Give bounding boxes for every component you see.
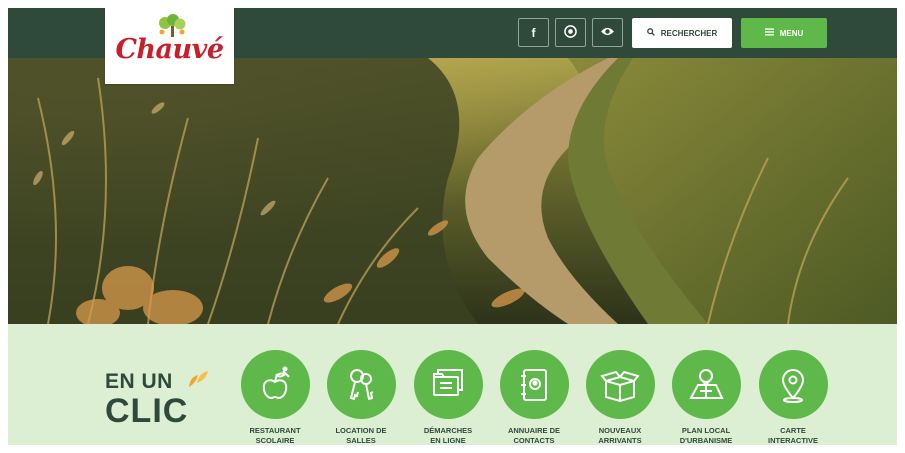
menu-button[interactable]: MENU bbox=[741, 18, 827, 48]
map-plan-icon bbox=[689, 368, 724, 399]
apple-icon bbox=[262, 366, 290, 399]
search-button[interactable]: RECHERCHER bbox=[632, 18, 732, 48]
hero-image bbox=[8, 58, 897, 324]
keys-icon bbox=[349, 368, 374, 400]
logo-text: Chauvé bbox=[115, 34, 224, 65]
map-pin-icon bbox=[781, 368, 805, 403]
quick-link-plan-local-urbanisme[interactable]: PLAN LOCAL D'URBANISME bbox=[664, 350, 748, 445]
quick-link-circle bbox=[499, 350, 569, 419]
quick-link-circle bbox=[758, 350, 828, 419]
title-line-1: EN UN bbox=[105, 370, 173, 393]
quick-links-title: EN UN CLIC bbox=[105, 370, 189, 430]
facebook-button[interactable]: f bbox=[518, 18, 549, 47]
quick-links-section: EN UN CLIC RESTAURANT SCOLAIRE LOCATION … bbox=[8, 324, 897, 445]
quick-link-demarches-en-ligne[interactable]: DÉMARCHES EN LIGNE bbox=[406, 350, 490, 445]
hamburger-icon bbox=[764, 28, 774, 38]
quick-link-circle bbox=[585, 350, 655, 419]
globe-icon bbox=[564, 24, 577, 41]
contacts-book-icon bbox=[521, 368, 547, 401]
moving-box-icon bbox=[600, 370, 640, 402]
quick-link-location-salles[interactable]: LOCATION DE SALLES bbox=[319, 350, 403, 445]
quick-link-circle bbox=[671, 350, 741, 419]
quick-link-circle bbox=[240, 350, 310, 419]
quick-link-label: DÉMARCHES EN LIGNE bbox=[423, 426, 473, 445]
leaf-icon bbox=[189, 371, 208, 387]
eye-icon bbox=[600, 26, 615, 40]
quick-link-label: PLAN LOCAL D'URBANISME bbox=[679, 426, 733, 445]
quick-link-nouveaux-arrivants[interactable]: NOUVEAUX ARRIVANTS bbox=[578, 350, 662, 445]
quick-link-label: CARTE INTERACTIVE bbox=[767, 426, 818, 445]
quick-link-circle bbox=[326, 350, 396, 419]
search-label: RECHERCHER bbox=[660, 28, 718, 38]
page-frame: f RECHERCHER MENU Chauvé EN UN CLIC REST… bbox=[8, 8, 897, 445]
quick-link-circle bbox=[413, 350, 483, 419]
title-line-2: CLIC bbox=[105, 392, 189, 430]
quick-link-carte-interactive[interactable]: CARTE INTERACTIVE bbox=[751, 350, 835, 445]
quick-link-label: RESTAURANT SCOLAIRE bbox=[249, 426, 301, 445]
eye-button[interactable] bbox=[592, 18, 623, 47]
quick-link-label: ANNUAIRE DE CONTACTS bbox=[507, 426, 561, 445]
quick-link-restaurant-scolaire[interactable]: RESTAURANT SCOLAIRE bbox=[233, 350, 317, 445]
folders-icon bbox=[433, 368, 463, 396]
search-icon bbox=[646, 28, 655, 38]
quick-link-label: NOUVEAUX ARRIVANTS bbox=[598, 426, 642, 445]
site-logo[interactable]: Chauvé bbox=[105, 8, 234, 84]
globe-button[interactable] bbox=[555, 18, 586, 47]
menu-label: MENU bbox=[779, 28, 804, 38]
quick-link-label: LOCATION DE SALLES bbox=[335, 426, 387, 445]
facebook-icon: f bbox=[531, 25, 536, 40]
quick-link-annuaire-contacts[interactable]: ANNUAIRE DE CONTACTS bbox=[492, 350, 576, 445]
